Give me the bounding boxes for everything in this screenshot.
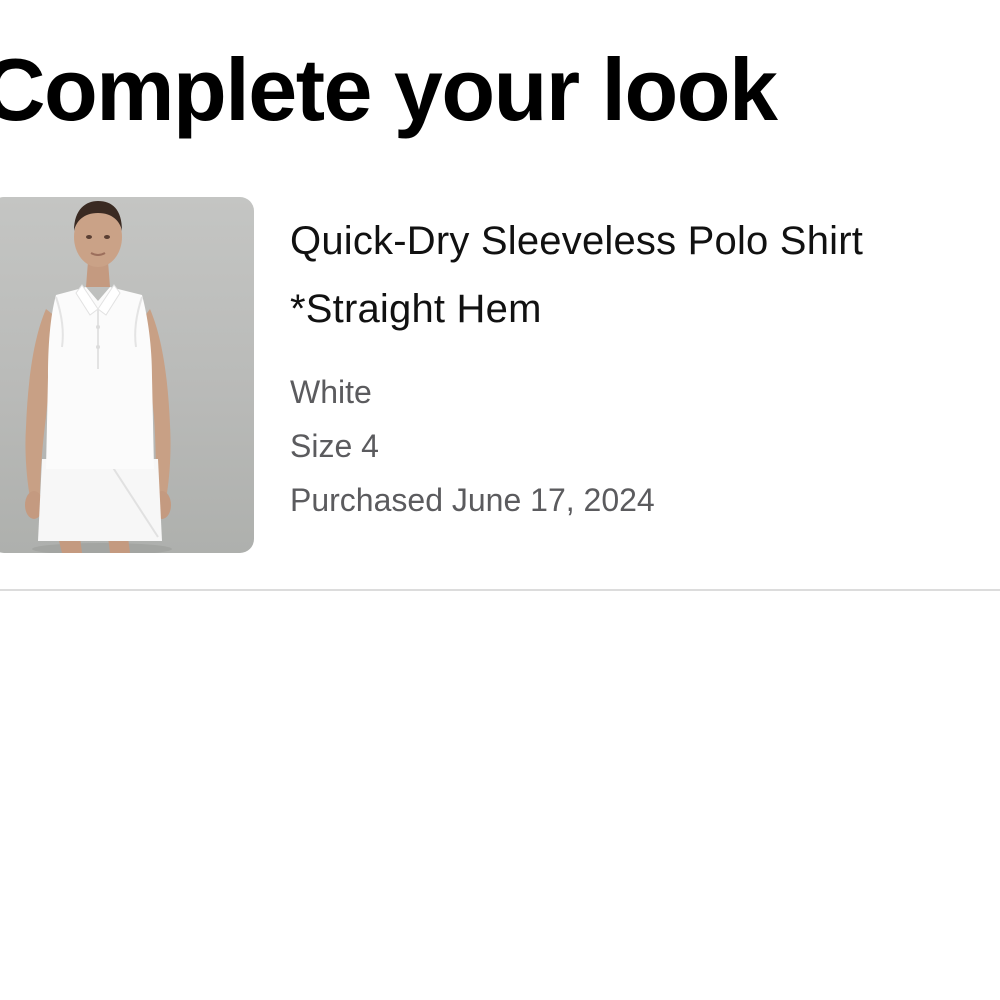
model-photo-icon (25, 201, 172, 553)
product-image[interactable] (0, 197, 254, 553)
product-name-line-2: *Straight Hem (290, 287, 542, 331)
product-name[interactable]: Quick-Dry Sleeveless Polo Shirt *Straigh… (290, 207, 990, 343)
product-name-line-1: Quick-Dry Sleeveless Polo Shirt (290, 219, 864, 263)
product-meta: White Size 4 Purchased June 17, 2024 (290, 365, 990, 527)
section-divider (0, 589, 1000, 591)
page-title: Complete your look (0, 40, 778, 139)
product-color: White (290, 374, 372, 410)
product-size: Size 4 (290, 428, 379, 464)
product-card[interactable]: Quick-Dry Sleeveless Polo Shirt *Straigh… (0, 197, 1000, 557)
product-info: Quick-Dry Sleeveless Polo Shirt *Straigh… (290, 207, 990, 527)
purchase-date: Purchased June 17, 2024 (290, 482, 655, 518)
